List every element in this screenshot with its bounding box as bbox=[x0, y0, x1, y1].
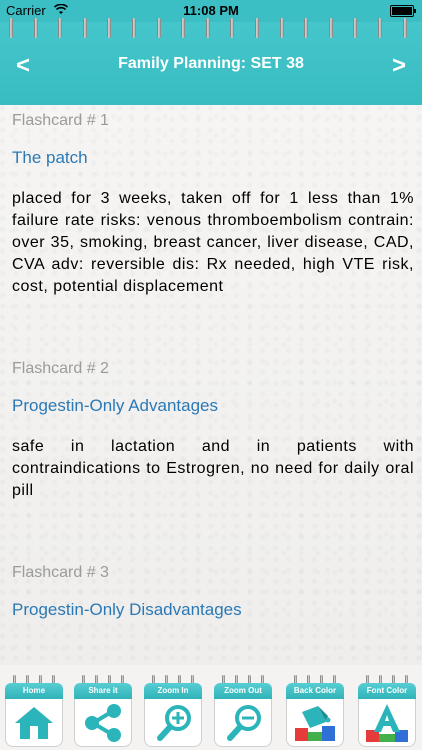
zoom-in-button[interactable]: Zoom In bbox=[142, 671, 204, 747]
spiral-ring bbox=[129, 18, 139, 39]
home-label: Home bbox=[5, 683, 63, 699]
home-button[interactable]: Home bbox=[3, 671, 65, 747]
zoom-out-button[interactable]: Zoom Out bbox=[212, 671, 274, 747]
flashcard: Flashcard # 2 Progestin-Only Advantages … bbox=[12, 360, 414, 502]
status-time: 11:08 PM bbox=[183, 3, 239, 18]
flashcard-number: Flashcard # 1 bbox=[12, 112, 109, 129]
flashcard: Flashcard # 3 Progestin-Only Disadvantag… bbox=[12, 564, 414, 620]
share-icon bbox=[81, 703, 125, 743]
back-color-button[interactable]: Back Color bbox=[284, 671, 346, 747]
zoom-out-label: Zoom Out bbox=[214, 683, 272, 699]
spiral-ring bbox=[252, 18, 262, 39]
spiral-ring bbox=[350, 18, 361, 39]
flashcard: Flashcard # 1 The patch placed for 3 wee… bbox=[12, 112, 414, 298]
flashcard-body: safe in lactation and in patients with c… bbox=[12, 438, 414, 499]
zoom-out-icon bbox=[222, 702, 264, 744]
chevron-left-icon[interactable]: < bbox=[16, 52, 30, 80]
spiral-ring bbox=[55, 18, 66, 39]
spiral-binding bbox=[0, 18, 422, 42]
font-color-icon bbox=[364, 702, 410, 744]
flashcard-title: Progestin-Only Advantages bbox=[12, 396, 219, 415]
home-icon bbox=[12, 704, 56, 742]
spiral-ring bbox=[6, 18, 16, 39]
spiral-ring bbox=[325, 18, 336, 39]
bottom-toolbar: Home Share it Zoom In Zoom Out Back Colo… bbox=[0, 665, 422, 750]
spiral-ring bbox=[79, 18, 90, 39]
font-color-label: Font Color bbox=[358, 683, 416, 699]
flashcard-title: Progestin-Only Disadvantages bbox=[12, 600, 242, 619]
battery-icon bbox=[390, 5, 416, 17]
zoom-in-label: Zoom In bbox=[144, 683, 202, 699]
spiral-ring bbox=[153, 18, 164, 39]
flashcard-number: Flashcard # 2 bbox=[12, 360, 109, 377]
spiral-ring bbox=[104, 18, 115, 39]
share-label: Share it bbox=[74, 683, 132, 699]
font-color-button[interactable]: Font Color bbox=[356, 671, 418, 747]
chevron-right-icon[interactable]: > bbox=[392, 52, 406, 80]
flashcard-title: The patch bbox=[12, 148, 88, 167]
header-bar: < Family Planning: SET 38 > bbox=[0, 18, 422, 105]
zoom-in-icon bbox=[152, 702, 194, 744]
page-title: Family Planning: SET 38 bbox=[118, 55, 304, 72]
spiral-ring bbox=[375, 18, 385, 39]
spiral-ring bbox=[227, 18, 238, 39]
back-color-label: Back Color bbox=[286, 683, 344, 699]
spiral-ring bbox=[276, 18, 287, 39]
spiral-ring bbox=[178, 18, 189, 39]
share-button[interactable]: Share it bbox=[72, 671, 134, 747]
paint-bucket-icon bbox=[292, 702, 338, 744]
spiral-ring bbox=[399, 18, 410, 39]
spiral-ring bbox=[202, 18, 213, 39]
spiral-ring bbox=[30, 18, 41, 39]
flashcard-number: Flashcard # 3 bbox=[12, 564, 109, 581]
spiral-ring bbox=[301, 18, 312, 39]
flashcard-body: placed for 3 weeks, taken off for 1 less… bbox=[12, 190, 414, 295]
flashcard-list[interactable]: Flashcard # 1 The patch placed for 3 wee… bbox=[12, 112, 414, 664]
